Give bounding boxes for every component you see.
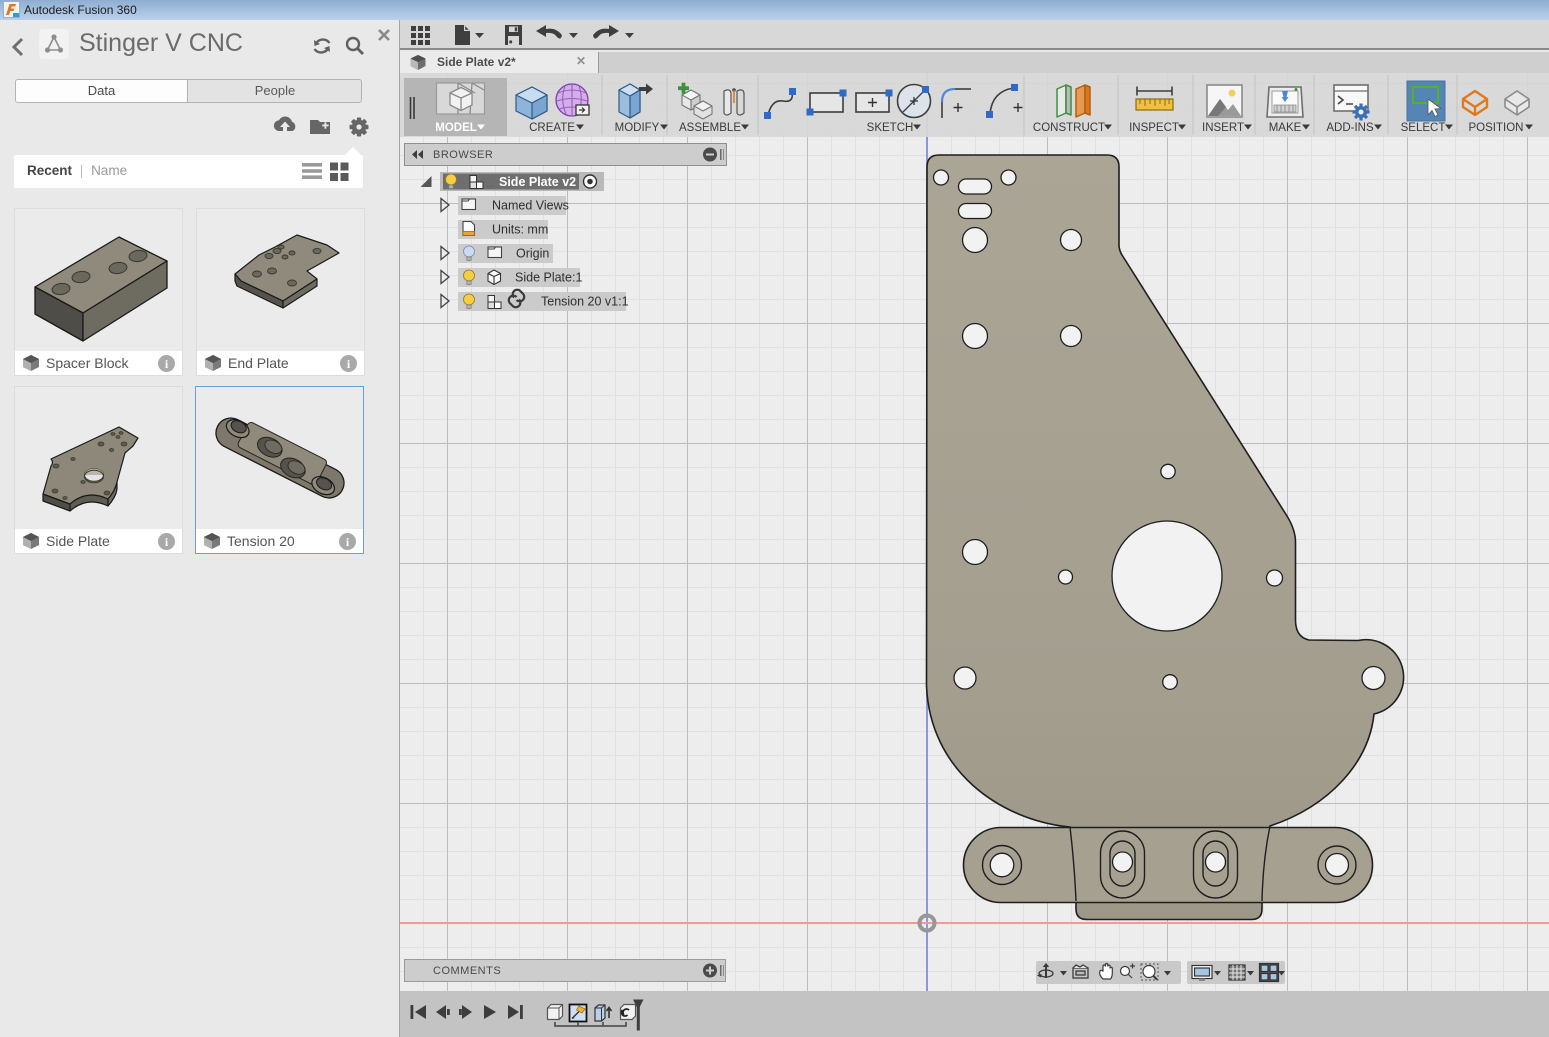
svg-text:Units: mm: Units: mm — [492, 223, 548, 237]
svg-text:MODEL: MODEL — [435, 122, 477, 134]
svg-text:Side Plate v2: Side Plate v2 — [499, 175, 576, 189]
svg-text:POSITION: POSITION — [1469, 122, 1524, 134]
svg-text:SELECT: SELECT — [1401, 122, 1446, 134]
svg-text:CONSTRUCT: CONSTRUCT — [1033, 122, 1105, 134]
svg-text:INSPECT: INSPECT — [1129, 122, 1179, 134]
svg-text:INSERT: INSERT — [1202, 122, 1244, 134]
svg-text:MAKE: MAKE — [1269, 122, 1302, 134]
svg-text:Named Views: Named Views — [492, 199, 569, 213]
svg-text:MODIFY: MODIFY — [615, 122, 660, 134]
svg-text:Origin: Origin — [516, 247, 549, 261]
svg-text:SKETCH: SKETCH — [867, 122, 914, 134]
svg-text:Side Plate:1: Side Plate:1 — [515, 271, 582, 285]
svg-text:ASSEMBLE: ASSEMBLE — [679, 122, 741, 134]
svg-text:CREATE: CREATE — [529, 122, 575, 134]
svg-text:Tension 20 v1:1: Tension 20 v1:1 — [541, 295, 629, 309]
svg-text:ADD-INS: ADD-INS — [1326, 122, 1374, 134]
